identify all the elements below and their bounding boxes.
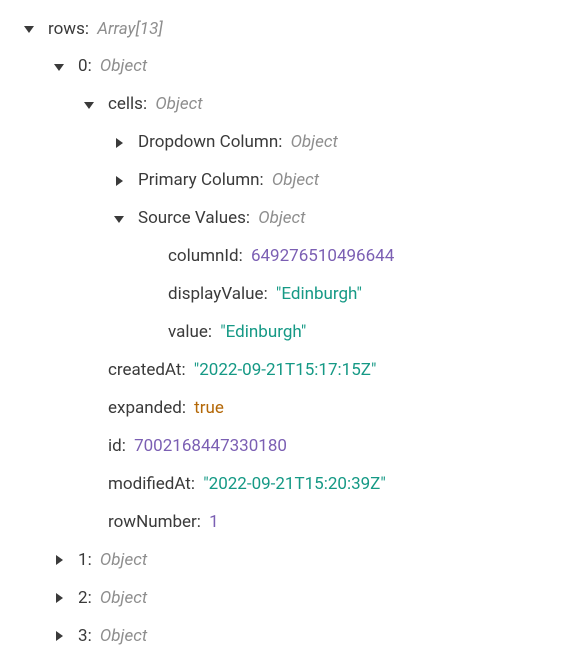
node-key: Source Values [138, 207, 246, 230]
tree-leaf-id: id: 7002168447330180 [84, 427, 571, 465]
tree-leaf-value: value: "Edinburgh" [144, 314, 571, 352]
caret-down-icon [114, 214, 132, 224]
leaf-value: "Edinburgh" [276, 283, 362, 306]
tree-node-rows-1[interactable]: 1: Object [54, 541, 571, 579]
tree-leaf-displayvalue: displayValue: "Edinburgh" [144, 276, 571, 314]
node-type: Object [100, 55, 147, 78]
node-type: Object [100, 587, 147, 610]
node-key: cells [108, 93, 143, 116]
caret-right-icon [54, 631, 72, 641]
leaf-value: 649276510496644 [251, 245, 394, 268]
tree-leaf-createdat: createdAt: "2022-09-21T15:17:15Z" [84, 351, 571, 389]
node-type: Object [291, 131, 338, 154]
tree-node-rows-3[interactable]: 3: Object [54, 617, 571, 655]
leaf-key: modifiedAt [108, 473, 191, 496]
node-type: Object [155, 93, 202, 116]
caret-right-icon [114, 176, 132, 186]
leaf-value: "Edinburgh" [220, 321, 306, 344]
leaf-key: rowNumber [108, 511, 197, 534]
node-type: Object [258, 207, 305, 230]
leaf-value: true [194, 397, 224, 420]
node-type: Object [100, 549, 147, 572]
caret-down-icon [24, 24, 42, 34]
caret-right-icon [54, 593, 72, 603]
node-type: Array[13] [97, 18, 163, 41]
leaf-value: 1 [209, 511, 219, 534]
node-type: Object [100, 625, 147, 648]
leaf-value: "2022-09-21T15:20:39Z" [203, 473, 386, 496]
node-key: 2 [78, 587, 88, 610]
caret-right-icon [114, 138, 132, 148]
leaf-key: createdAt [108, 359, 181, 382]
node-type: Object [272, 169, 319, 192]
leaf-value: 7002168447330180 [134, 435, 287, 458]
tree-node-primary-column[interactable]: Primary Column: Object [114, 162, 571, 200]
leaf-key: value [168, 321, 208, 344]
leaf-key: expanded [108, 397, 182, 420]
tree-node-dropdown-column[interactable]: Dropdown Column: Object [114, 124, 571, 162]
leaf-key: displayValue [168, 283, 264, 306]
node-key: Primary Column [138, 169, 260, 192]
tree-node-cells[interactable]: cells: Object [84, 86, 571, 124]
caret-down-icon [84, 100, 102, 110]
tree-node-rows-2[interactable]: 2: Object [54, 579, 571, 617]
leaf-key: columnId [168, 245, 239, 268]
tree-leaf-rownumber: rowNumber: 1 [84, 503, 571, 541]
tree-leaf-expanded: expanded: true [84, 389, 571, 427]
node-key: Dropdown Column [138, 131, 278, 154]
caret-down-icon [54, 62, 72, 72]
node-key: 1 [78, 549, 88, 572]
leaf-value: "2022-09-21T15:17:15Z" [194, 359, 377, 382]
tree-node-rows-0[interactable]: 0: Object [54, 48, 571, 86]
tree-leaf-columnid: columnId: 649276510496644 [144, 238, 571, 276]
node-key: 0 [78, 55, 88, 78]
node-key: 3 [78, 625, 88, 648]
tree-node-source-values[interactable]: Source Values: Object [114, 200, 571, 238]
leaf-key: id [108, 435, 122, 458]
caret-right-icon [54, 555, 72, 565]
tree-node-rows[interactable]: rows: Array[13] [24, 10, 571, 48]
node-key: rows [48, 18, 85, 41]
tree-leaf-modifiedat: modifiedAt: "2022-09-21T15:20:39Z" [84, 465, 571, 503]
